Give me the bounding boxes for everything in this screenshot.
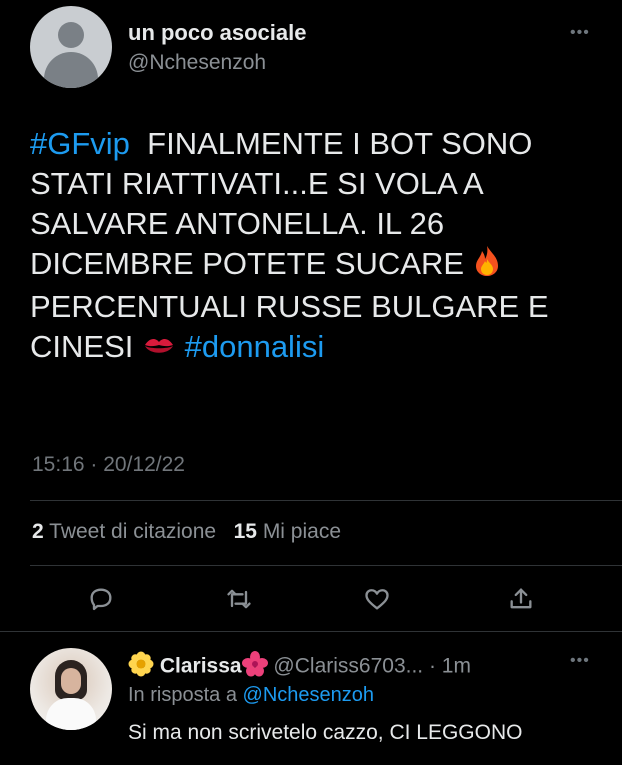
like-count: 15 — [233, 520, 257, 543]
reply-text: Si ma non scrivetelo cazzo, CI LEGGONO — [128, 721, 523, 744]
in-reply-label: In risposta a — [128, 684, 237, 706]
tweet-text-line: PERCENTUALI RUSSE BULGARE E — [30, 288, 549, 324]
quote-count: 2 — [32, 520, 44, 543]
flower-emoji — [128, 651, 154, 683]
quote-tweets-link[interactable]: 2 Tweet di citazione — [32, 520, 216, 543]
kiss-mark-emoji — [142, 329, 176, 369]
tweet-stats: 2 Tweet di citazione 15 Mi piace — [32, 520, 341, 544]
reply-author-handle[interactable]: @Clariss6703... — [273, 655, 423, 678]
likes-link[interactable]: 15 Mi piace — [234, 520, 341, 543]
avatar-photo-shirt — [46, 698, 96, 730]
reply-author-name[interactable]: Clarissa — [160, 655, 242, 678]
hashtag-gfvip[interactable]: #GFvip — [30, 126, 130, 161]
reply-header: Clarissa @Clariss6703... · 1m — [128, 651, 471, 683]
tweet-text-line: CINESI — [30, 328, 134, 364]
fire-emoji — [473, 245, 501, 287]
share-button[interactable] — [506, 584, 536, 614]
like-icon — [365, 589, 389, 610]
default-avatar-body — [44, 52, 98, 88]
like-button[interactable] — [362, 584, 392, 614]
reply-button[interactable] — [86, 584, 116, 614]
avatar[interactable] — [30, 6, 112, 88]
tweet-text-line: DICEMBRE POTETE SUCARE — [30, 246, 465, 281]
tweet-timestamp[interactable]: 15:16 · 20/12/22 — [32, 453, 185, 477]
hashtag-donnalisi[interactable]: #donnalisi — [185, 329, 325, 364]
retweet-icon — [227, 589, 251, 609]
reply-time[interactable]: · 1m — [429, 655, 471, 678]
in-reply-to: In risposta a @Nchesenzoh — [128, 684, 374, 707]
divider — [0, 631, 622, 632]
in-reply-mention[interactable]: @Nchesenzoh — [243, 684, 374, 706]
like-label: Mi piace — [262, 520, 342, 543]
reply-avatar[interactable] — [30, 648, 112, 730]
avatar-photo-face — [61, 668, 81, 694]
reply-icon — [90, 588, 112, 611]
tweet-text-line: STATI RIATTIVATI...E SI VOLA A — [30, 166, 484, 201]
more-options-icon[interactable]: ••• — [570, 24, 590, 42]
default-avatar-head — [58, 22, 84, 48]
reply-more-options-icon[interactable]: ••• — [570, 652, 590, 670]
quote-label: Tweet di citazione — [49, 520, 217, 543]
author-handle[interactable]: @Nchesenzoh — [128, 51, 266, 75]
author-display-name[interactable]: un poco asociale — [128, 20, 307, 46]
retweet-button[interactable] — [224, 584, 254, 614]
divider — [30, 500, 622, 501]
tweet-text-line: FINALMENTE I BOT SONO — [147, 126, 533, 161]
hibiscus-emoji — [241, 651, 268, 683]
tweet-text: #GFvip FINALMENTE I BOT SONO STATI RIATT… — [30, 124, 595, 369]
divider — [30, 565, 622, 566]
tweet-text-line: SALVARE ANTONELLA. IL 26 — [30, 206, 445, 241]
share-icon — [510, 588, 532, 609]
